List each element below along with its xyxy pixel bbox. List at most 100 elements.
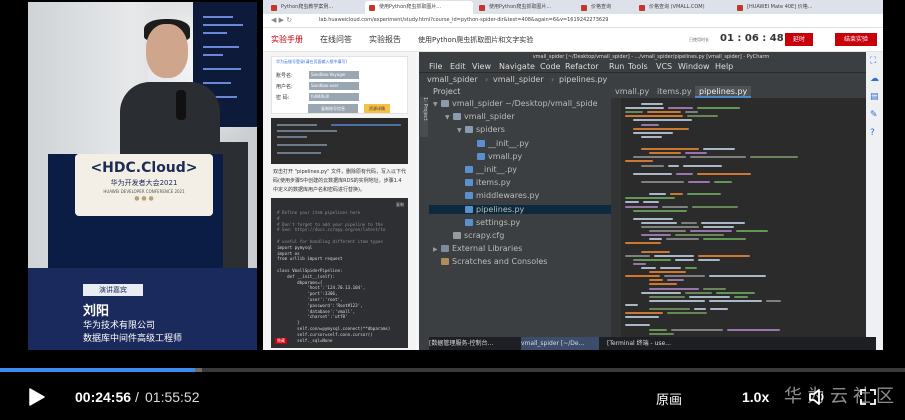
speaker-tag: 演讲嘉宾 [83, 284, 143, 296]
tree-node[interactable]: __init__.py [457, 165, 517, 174]
code-token [710, 308, 729, 310]
code-token [625, 205, 658, 208]
speed-button[interactable]: 1.0x [742, 389, 769, 405]
account-value[interactable]: Sandbox-Voyager [309, 71, 359, 79]
progress-bar[interactable] [0, 368, 905, 372]
tab-lab-report[interactable]: 实验报告 [369, 34, 401, 45]
hide-button[interactable]: 隐藏 [275, 338, 287, 344]
code-token [733, 295, 749, 298]
editor-tab-pipelines[interactable]: pipelines.py [695, 86, 752, 98]
browser-tab[interactable]: Python爬虫教学案例... [267, 1, 363, 14]
menu-vcs[interactable]: VCS [656, 62, 672, 72]
tree-node-label: settings.py [476, 217, 521, 227]
tree-node[interactable]: ▼ spiders [457, 125, 505, 134]
editor-code [611, 98, 883, 340]
code-token [709, 275, 767, 278]
help-icon[interactable]: ? [870, 128, 875, 138]
browser-tab[interactable]: 价格查询 (VMALL.COM) [635, 1, 731, 14]
account-info-header: 华为云账号登录(请在页面输入框中填写) [276, 59, 348, 64]
code-token [643, 201, 659, 204]
code-token [641, 103, 664, 105]
username-value[interactable]: Sandbox-user [309, 82, 359, 90]
tab-online-qa[interactable]: 在线问答 [320, 34, 352, 45]
project-header[interactable]: Project [433, 87, 460, 96]
tree-node[interactable]: scrapy.cfg [445, 231, 504, 240]
cloud-icon[interactable]: ☁ [870, 74, 879, 84]
video-frame[interactable]: <HDC.Cloud> 华为开发者大会2021 HUAWEI DEVELOPER… [0, 0, 905, 368]
edit-icon[interactable]: ✎ [870, 110, 878, 120]
menu-view[interactable]: View [472, 62, 491, 72]
code-token [633, 156, 686, 159]
back-forward-icon[interactable]: ◀ ▶ ↻ [271, 16, 292, 24]
tree-node[interactable]: Scratches and Consoles [433, 257, 547, 266]
code-token [693, 308, 707, 310]
menu-navigate[interactable]: Navigate [499, 62, 535, 72]
code-token [682, 164, 722, 167]
hdc-logo-title: <HDC.Cloud> [90, 160, 198, 176]
browser-tab[interactable]: 使用Python爬虫抓取图片... [475, 1, 575, 14]
code-token [671, 328, 724, 331]
code-token [709, 299, 763, 302]
tree-node[interactable]: __init__.py [469, 139, 529, 148]
editor-tab-items[interactable]: items.py [653, 86, 696, 98]
tree-node[interactable]: items.py [457, 178, 511, 187]
play-icon[interactable] [26, 387, 46, 407]
taskbar-item-active[interactable]: vmall_spider [~/De... [521, 337, 599, 350]
browser-tab[interactable]: [HUAWEI Mate 40E] 价格... [733, 1, 853, 14]
fullscreen-icon[interactable] [858, 387, 878, 407]
code-token [649, 299, 706, 302]
code-token [696, 107, 740, 110]
menu-help[interactable]: Help [715, 62, 733, 72]
code-token [689, 156, 747, 159]
tree-node[interactable]: ▼ vmall_spider ~/Desktop/vmall_spide [433, 99, 598, 108]
browser-tab-active[interactable]: 使用Python爬虫抓取图片... [365, 1, 473, 14]
code-token [649, 283, 677, 286]
copy-account-button[interactable]: 复制账号信息 [308, 104, 358, 113]
quality-button[interactable]: 原画 [656, 389, 682, 408]
extend-button[interactable]: 延时 [785, 33, 813, 46]
menu-edit[interactable]: Edit [450, 62, 466, 72]
code-editor[interactable]: vmall.py items.py pipelines.py [611, 85, 883, 340]
py-icon [465, 179, 473, 187]
end-lab-button[interactable]: 结束实验 [835, 33, 877, 46]
browser-tab[interactable]: 价格查询 [577, 1, 633, 14]
pycharm-window: vmall_spider [~/Desktop/vmall_spider] - … [419, 52, 883, 350]
copy-code-button[interactable]: 复制 [396, 202, 404, 208]
doc-icon[interactable]: ▤ [870, 92, 879, 102]
project-tool-tab[interactable]: 1: Project [420, 97, 428, 137]
menu-refactor[interactable]: Refactor [565, 62, 599, 72]
tree-node-selected[interactable]: pipelines.py [429, 204, 611, 214]
tree-node[interactable]: vmall.py [469, 152, 522, 161]
menu-code[interactable]: Code [540, 62, 560, 72]
expand-icon[interactable]: ⛶ [870, 56, 876, 66]
editor-tab-vmall[interactable]: vmall.py [611, 86, 653, 98]
password-value[interactable]: fuN4Rk0l [309, 93, 359, 101]
menu-window[interactable]: Window [678, 62, 710, 72]
code-token [667, 279, 684, 282]
taskbar-item[interactable]: [Terminal 终端 - use... [607, 337, 697, 350]
py-icon [465, 218, 473, 226]
volume-icon[interactable] [807, 387, 827, 407]
favicon-icon [369, 5, 375, 11]
tree-node[interactable]: middlewares.py [457, 191, 539, 200]
tab-lab-manual[interactable]: 实验手册 [271, 34, 303, 45]
menu-file[interactable]: File [429, 62, 442, 72]
tree-node[interactable]: settings.py [457, 218, 520, 227]
address-bar[interactable]: ◀ ▶ ↻ lab.huaweicloud.com/experiment/stu… [263, 14, 883, 28]
tree-node-label: __init__.py [476, 165, 518, 174]
code-token [625, 160, 653, 163]
resource-detail-button[interactable]: 资源详情 [364, 104, 390, 113]
tree-node[interactable]: ▼ vmall_spider [445, 112, 515, 121]
menu-tools[interactable]: Tools [628, 62, 648, 72]
code-line: from urllib import request [277, 256, 343, 262]
tree-node-label: scrapy.cfg [464, 231, 505, 240]
code-token [649, 152, 681, 155]
browser-tab-label: 使用Python爬虫抓取图片... [379, 4, 442, 10]
code-token [633, 119, 693, 122]
code-token [641, 164, 665, 167]
tree-node[interactable]: ▶ External Libraries [433, 244, 522, 253]
menu-run[interactable]: Run [609, 62, 624, 72]
step-screenshot [271, 118, 408, 164]
taskbar-item[interactable]: [数据管理服务-控制台... [429, 337, 513, 350]
elapsed-label: 已使用时长 [689, 37, 709, 42]
